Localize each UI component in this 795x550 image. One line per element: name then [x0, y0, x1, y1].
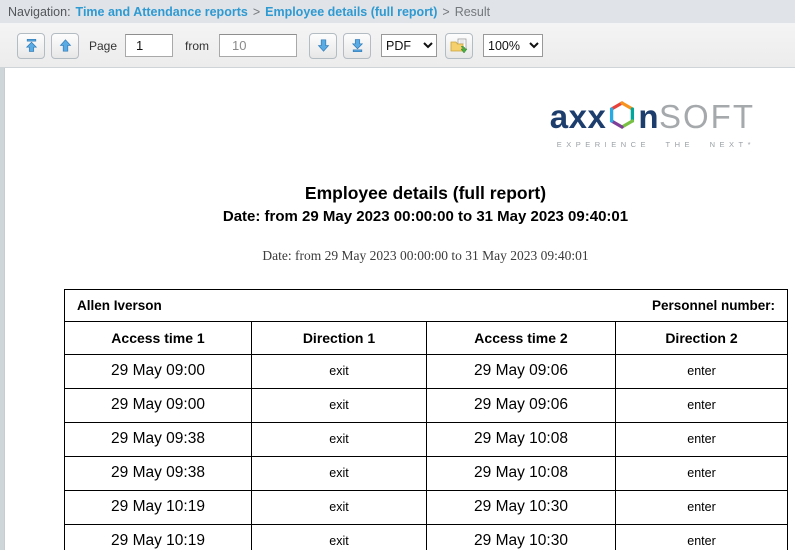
zoom-level-select[interactable]: 100%	[483, 34, 543, 57]
table-row: 29 May 09:38 exit 29 May 10:08 enter	[65, 422, 788, 456]
access-time-2-cell: 29 May 09:06	[427, 354, 616, 388]
from-label: from	[185, 39, 209, 53]
export-button[interactable]	[445, 33, 473, 59]
direction-1-cell: exit	[252, 490, 427, 524]
direction-2-cell: enter	[616, 422, 788, 456]
breadcrumb-separator: >	[253, 5, 260, 19]
access-time-2-cell: 29 May 10:30	[427, 490, 616, 524]
report-toolbar: Page from PDF	[0, 24, 795, 68]
arrow-up-to-bar-icon	[25, 39, 38, 52]
arrow-up-icon	[59, 39, 72, 52]
report-page: axx n SOFT EXPERIENCE THE NEXT* Employee…	[4, 68, 795, 550]
report-date-range: Date: from 29 May 2023 00:00:00 to 31 Ma…	[64, 208, 787, 225]
arrow-down-icon	[317, 39, 330, 52]
access-time-2-cell: 29 May 10:08	[427, 456, 616, 490]
table-row: 29 May 10:19 exit 29 May 10:30 enter	[65, 490, 788, 524]
table-header-row: Access time 1 Direction 1 Access time 2 …	[65, 321, 788, 354]
access-time-1-cell: 29 May 09:38	[65, 422, 252, 456]
direction-2-cell: enter	[616, 524, 788, 550]
column-header-direction-2: Direction 2	[616, 321, 788, 354]
direction-2-cell: enter	[616, 354, 788, 388]
first-page-button[interactable]	[17, 33, 45, 59]
direction-2-cell: enter	[616, 456, 788, 490]
column-header-access-time-1: Access time 1	[65, 321, 252, 354]
access-time-2-cell: 29 May 10:30	[427, 524, 616, 550]
breadcrumb-prefix: Navigation:	[8, 5, 71, 19]
employee-name-row: Allen Iverson Personnel number:	[65, 289, 788, 321]
direction-1-cell: exit	[252, 524, 427, 550]
breadcrumb: Navigation: Time and Attendance reports …	[0, 0, 795, 24]
last-page-button[interactable]	[343, 33, 371, 59]
direction-2-cell: enter	[616, 490, 788, 524]
arrow-down-to-bar-icon	[351, 39, 364, 52]
access-time-1-cell: 29 May 09:00	[65, 354, 252, 388]
hexagon-o-icon	[607, 99, 637, 136]
personnel-number-label: Personnel number:	[652, 298, 775, 313]
breadcrumb-separator: >	[442, 5, 449, 19]
breadcrumb-current-result: Result	[455, 5, 490, 19]
export-folder-icon	[450, 38, 468, 54]
axxonsoft-logo: axx n SOFT EXPERIENCE THE NEXT*	[5, 98, 755, 149]
page-label: Page	[89, 39, 117, 53]
report-date-range-serif: Date: from 29 May 2023 00:00:00 to 31 Ma…	[64, 248, 787, 264]
report-title: Employee details (full report)	[64, 183, 787, 204]
access-time-1-cell: 29 May 09:38	[65, 456, 252, 490]
logo-soft-text: SOFT	[659, 100, 755, 133]
export-format-select[interactable]: PDF	[381, 34, 437, 57]
direction-1-cell: exit	[252, 354, 427, 388]
breadcrumb-link-reports[interactable]: Time and Attendance reports	[76, 5, 248, 19]
page-number-input[interactable]	[125, 34, 173, 57]
direction-1-cell: exit	[252, 456, 427, 490]
logo-axx-text: axx	[550, 100, 607, 133]
logo-tagline: EXPERIENCE THE NEXT*	[5, 141, 755, 149]
employee-report-table: Allen Iverson Personnel number: Access t…	[64, 289, 788, 550]
table-row: 29 May 09:00 exit 29 May 09:06 enter	[65, 388, 788, 422]
access-time-1-cell: 29 May 10:19	[65, 490, 252, 524]
next-page-button[interactable]	[309, 33, 337, 59]
table-row: 29 May 09:38 exit 29 May 10:08 enter	[65, 456, 788, 490]
total-pages-field	[219, 34, 297, 57]
table-body: 29 May 09:00 exit 29 May 09:06 enter 29 …	[65, 354, 788, 550]
table-row: 29 May 09:00 exit 29 May 09:06 enter	[65, 354, 788, 388]
column-header-access-time-2: Access time 2	[427, 321, 616, 354]
access-time-2-cell: 29 May 09:06	[427, 388, 616, 422]
access-time-1-cell: 29 May 09:00	[65, 388, 252, 422]
access-time-2-cell: 29 May 10:08	[427, 422, 616, 456]
breadcrumb-link-employee-details[interactable]: Employee details (full report)	[265, 5, 437, 19]
logo-n-text: n	[638, 100, 659, 133]
report-content: Employee details (full report) Date: fro…	[64, 183, 787, 550]
column-header-direction-1: Direction 1	[252, 321, 427, 354]
direction-2-cell: enter	[616, 388, 788, 422]
direction-1-cell: exit	[252, 388, 427, 422]
direction-1-cell: exit	[252, 422, 427, 456]
prev-page-button[interactable]	[51, 33, 79, 59]
table-row: 29 May 10:19 exit 29 May 10:30 enter	[65, 524, 788, 550]
access-time-1-cell: 29 May 10:19	[65, 524, 252, 550]
employee-name: Allen Iverson	[77, 298, 162, 313]
